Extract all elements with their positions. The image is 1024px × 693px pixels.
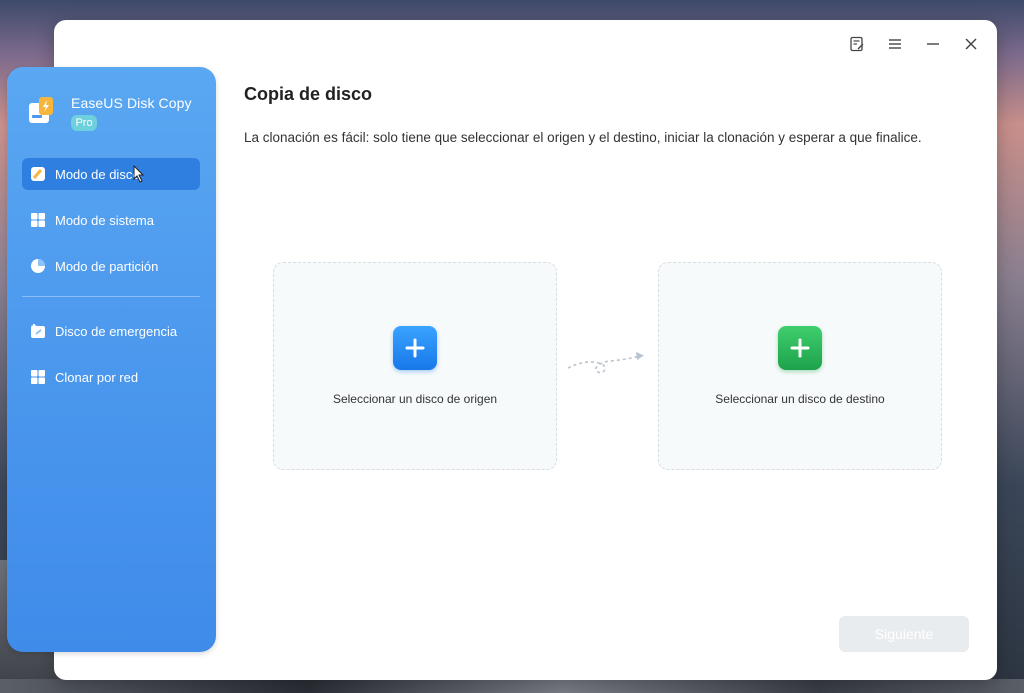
plus-icon[interactable] [778, 326, 822, 370]
close-icon[interactable] [959, 32, 983, 56]
titlebar-controls [845, 32, 983, 56]
page-description: La clonación es fácil: solo tiene que se… [244, 129, 922, 145]
sidebar-item-label: Modo de sistema [55, 212, 154, 228]
sidebar-item-label: Disco de emergencia [55, 323, 178, 339]
desktop-taskbar-edge [0, 679, 1024, 693]
source-disk-label: Seleccionar un disco de origen [332, 392, 498, 406]
brand: EaseUS Disk Copy Pro [27, 95, 192, 131]
minimize-icon[interactable] [921, 32, 945, 56]
mouse-cursor-icon [133, 165, 145, 183]
sidebar-item-network-clone[interactable]: Clonar por red [22, 361, 200, 393]
disk-mode-icon [30, 166, 46, 182]
network-clone-icon [30, 369, 46, 385]
next-button[interactable]: Siguiente [839, 616, 969, 652]
target-disk-card[interactable]: Seleccionar un disco de destino [658, 262, 942, 470]
sidebar-item-disk-mode[interactable]: Modo de disco [22, 158, 200, 190]
sidebar-divider [22, 296, 200, 297]
emergency-disk-icon [30, 323, 46, 339]
windows-icon [30, 212, 46, 228]
app-logo-icon [29, 97, 53, 123]
app-name: EaseUS Disk Copy [71, 95, 192, 111]
sidebar-item-system-mode[interactable]: Modo de sistema [22, 204, 200, 236]
plus-icon[interactable] [393, 326, 437, 370]
pie-partition-icon [30, 258, 46, 274]
target-disk-label: Seleccionar un disco de destino [715, 392, 885, 406]
pro-badge: Pro [71, 115, 97, 131]
sidebar-item-label: Clonar por red [55, 369, 139, 385]
menu-icon[interactable] [883, 32, 907, 56]
page-title: Copia de disco [244, 84, 373, 105]
sidebar: EaseUS Disk Copy Pro Modo de disco Modo … [7, 67, 216, 652]
sidebar-item-label: Modo de disco [55, 166, 140, 182]
sidebar-nav: Modo de disco Modo de sistema Modo de pa… [22, 158, 200, 407]
sidebar-item-label: Modo de partición [55, 258, 159, 274]
sidebar-item-partition-mode[interactable]: Modo de partición [22, 250, 200, 282]
source-disk-card[interactable]: Seleccionar un disco de origen [273, 262, 557, 470]
sidebar-item-emergency-disk[interactable]: Disco de emergencia [22, 315, 200, 347]
direction-arrow-icon [567, 352, 644, 374]
feedback-icon[interactable] [845, 32, 869, 56]
